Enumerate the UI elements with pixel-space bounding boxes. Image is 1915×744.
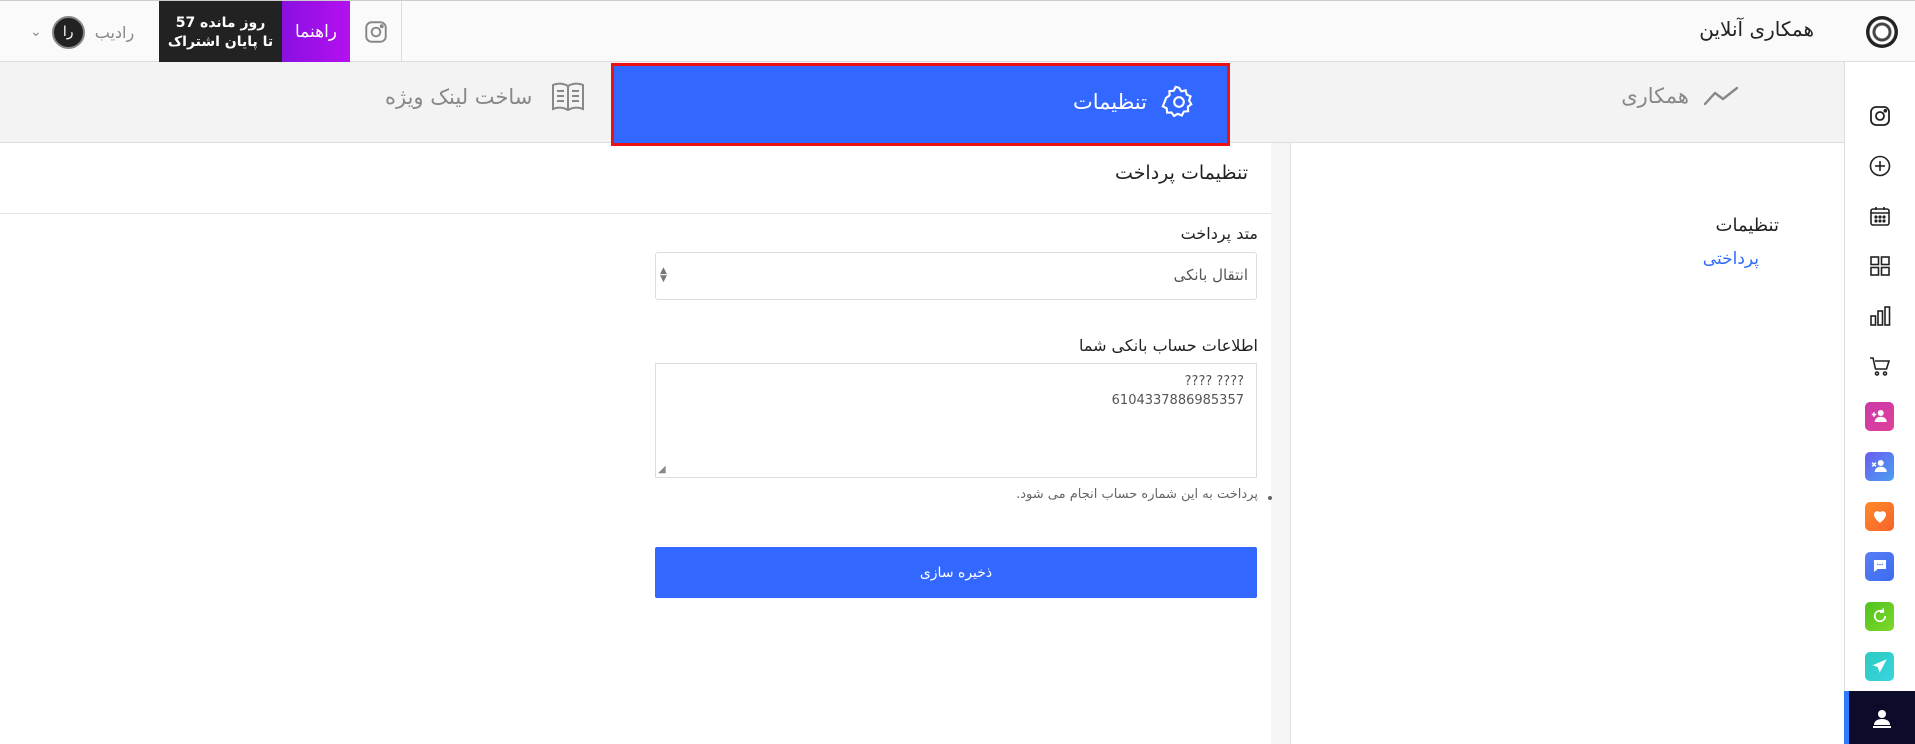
subnav-item-payment[interactable]: پرداختی: [1703, 249, 1759, 269]
save-button[interactable]: ذخیره سازی: [655, 547, 1257, 598]
panel-gutter: [1271, 143, 1290, 744]
sidebar-item-stats[interactable]: [1844, 291, 1915, 341]
account-hint: پرداخت به این شماره حساب انجام می شود.: [1016, 487, 1258, 502]
subscription-caption: تا پایان اشتراک: [167, 34, 274, 50]
sidebar-item-shop[interactable]: [1844, 341, 1915, 391]
sidebar-item-add-user[interactable]: [1844, 391, 1915, 441]
tab-special-link-label: ساخت لینک ویژه: [385, 85, 533, 109]
book-icon: [552, 82, 585, 112]
avatar[interactable]: را: [51, 15, 85, 49]
bank-account-textarea[interactable]: ???? ???? 6104337886985357 ◢: [655, 363, 1257, 478]
chat-icon: [1865, 551, 1894, 581]
tab-collaboration[interactable]: همکاری: [1621, 84, 1739, 108]
tab-special-link[interactable]: ساخت لینک ویژه: [385, 79, 586, 115]
heart-icon: [1865, 501, 1894, 531]
settings-subnav: تنظیمات پرداختی: [1290, 143, 1845, 744]
calendar-icon: [1869, 207, 1890, 226]
sidebar-item-calendar[interactable]: [1844, 191, 1915, 241]
tab-collaboration-label: همکاری: [1621, 84, 1689, 108]
account-line-1: ???? ????: [1184, 374, 1244, 389]
tab-settings-label: تنظیمات: [1072, 90, 1147, 114]
account-line-2: 6104337886985357: [1111, 393, 1244, 408]
divider: [0, 213, 1271, 214]
instagram-link[interactable]: [350, 1, 402, 63]
select-arrows-icon: ▲ ▼: [660, 266, 667, 284]
plus-circle-icon: [1869, 155, 1890, 177]
app-title: همکاری آنلاین: [1699, 17, 1814, 41]
icon-sidebar: [1844, 62, 1915, 744]
instagram-icon: [1869, 106, 1890, 126]
subscription-badge: روز مانده 57 تا پایان اشتراک: [159, 1, 282, 63]
tab-bar: همکاری تنظیمات ساخت لینک ویژه: [0, 62, 1844, 146]
resize-handle-icon[interactable]: ◢: [658, 464, 666, 475]
profile-icon: [1873, 709, 1891, 728]
payment-method-select[interactable]: انتقال بانکی ▲ ▼: [655, 252, 1257, 300]
cart-icon: [1869, 357, 1890, 376]
sidebar-item-send[interactable]: [1844, 641, 1915, 691]
gear-icon: [1161, 85, 1193, 118]
bullet-icon: [1268, 496, 1272, 500]
instagram-icon: [364, 21, 387, 43]
payment-method-label: متد پرداخت: [1180, 224, 1258, 243]
top-bar: همکاری آنلاین ⌄ را رادیب روز مانده 57 تا…: [0, 0, 1915, 63]
send-icon: [1865, 651, 1894, 681]
bar-chart-icon: [1869, 306, 1890, 326]
add-user-icon: [1865, 401, 1894, 431]
sidebar-item-sync[interactable]: [1844, 591, 1915, 641]
app-logo[interactable]: [1866, 16, 1898, 48]
chevron-down-icon[interactable]: ⌄: [30, 24, 42, 40]
payment-method-value: انتقال بانکی: [1173, 266, 1248, 284]
sidebar-item-add[interactable]: [1844, 141, 1915, 191]
refresh-icon: [1865, 601, 1894, 631]
page-title: تنظیمات پرداخت: [1115, 162, 1248, 184]
sidebar-item-messages[interactable]: [1844, 541, 1915, 591]
sidebar-item-remove-user[interactable]: [1844, 441, 1915, 491]
sidebar-item-profile[interactable]: [1844, 691, 1915, 744]
subnav-title: تنظیمات: [1715, 215, 1779, 236]
trend-line-icon: [1703, 86, 1739, 106]
grid-icon: [1869, 256, 1890, 276]
bank-account-label: اطلاعات حساب بانکی شما: [1078, 336, 1258, 355]
sidebar-item-favorites[interactable]: [1844, 491, 1915, 541]
user-menu[interactable]: ⌄ را رادیب: [30, 15, 134, 49]
subscription-days: روز مانده 57: [175, 15, 266, 31]
user-name: رادیب: [94, 22, 135, 42]
guide-button[interactable]: راهنما: [282, 1, 350, 63]
sidebar-item-dashboard[interactable]: [1844, 241, 1915, 291]
remove-user-icon: [1865, 451, 1894, 481]
sidebar-item-instagram[interactable]: [1844, 91, 1915, 141]
tab-settings[interactable]: تنظیمات: [611, 63, 1230, 146]
